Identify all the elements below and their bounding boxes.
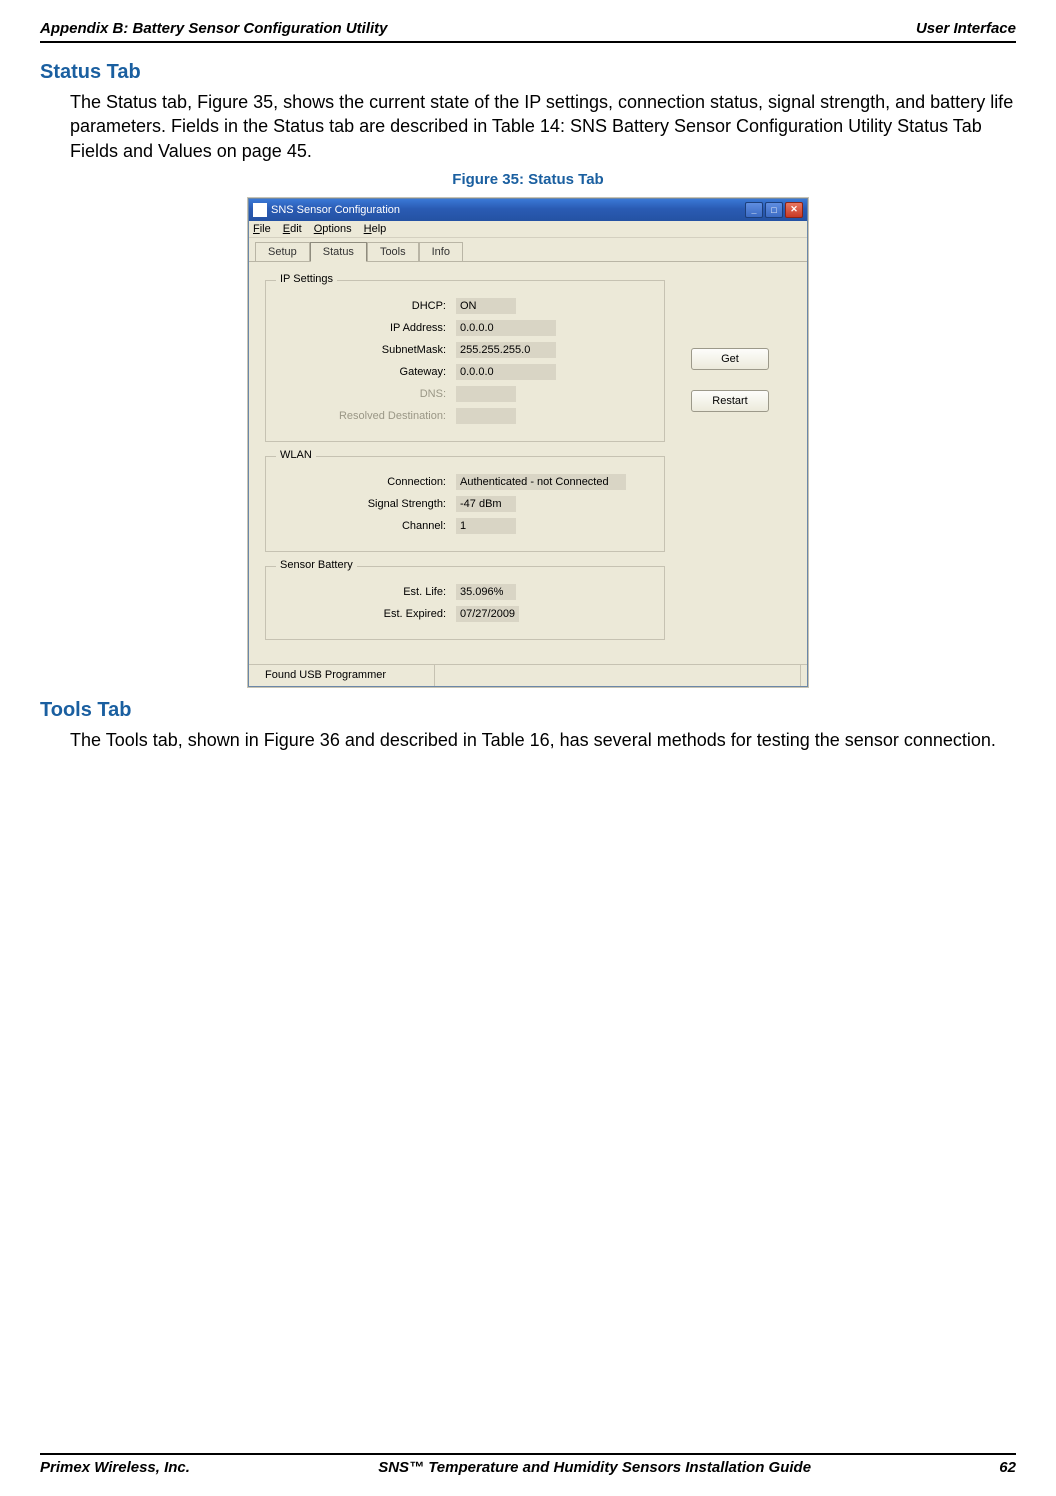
status-tab-heading: Status Tab bbox=[40, 61, 1016, 84]
menu-options[interactable]: Options bbox=[314, 223, 352, 235]
row-est-expired: Est. Expired: 07/27/2009 bbox=[276, 603, 654, 625]
label-dns: DNS: bbox=[276, 388, 456, 400]
statusbar-empty bbox=[435, 665, 801, 686]
side-buttons: Get Restart bbox=[691, 348, 769, 412]
ip-settings-legend: IP Settings bbox=[276, 273, 337, 285]
restart-button[interactable]: Restart bbox=[691, 390, 769, 412]
tab-info[interactable]: Info bbox=[419, 242, 463, 261]
wlan-legend: WLAN bbox=[276, 449, 316, 461]
row-dhcp: DHCP: ON bbox=[276, 295, 654, 317]
value-est-life: 35.096% bbox=[456, 584, 516, 600]
wlan-group: WLAN Connection: Authenticated - not Con… bbox=[265, 456, 665, 552]
value-resolved-dest bbox=[456, 408, 516, 424]
close-button[interactable]: ✕ bbox=[785, 202, 803, 218]
page: Appendix B: Battery Sensor Configuration… bbox=[0, 0, 1056, 752]
titlebar-left: SNS Sensor Configuration bbox=[253, 203, 400, 217]
app-icon bbox=[253, 203, 267, 217]
row-est-life: Est. Life: 35.096% bbox=[276, 581, 654, 603]
tools-tab-heading: Tools Tab bbox=[40, 699, 1016, 722]
row-gateway: Gateway: 0.0.0.0 bbox=[276, 361, 654, 383]
header-right: User Interface bbox=[916, 20, 1016, 37]
row-dns: DNS: bbox=[276, 383, 654, 405]
label-channel: Channel: bbox=[276, 520, 456, 532]
header-left: Appendix B: Battery Sensor Configuration… bbox=[40, 20, 388, 37]
ip-settings-group: IP Settings DHCP: ON IP Address: 0.0.0.0… bbox=[265, 280, 665, 442]
titlebar: SNS Sensor Configuration _ □ ✕ bbox=[249, 199, 807, 221]
row-resolved-dest: Resolved Destination: bbox=[276, 405, 654, 427]
label-est-expired: Est. Expired: bbox=[276, 608, 456, 620]
menubar: File Edit Options Help bbox=[249, 221, 807, 238]
statusbar-msg: Found USB Programmer bbox=[255, 665, 435, 686]
row-connection: Connection: Authenticated - not Connecte… bbox=[276, 471, 654, 493]
label-est-life: Est. Life: bbox=[276, 586, 456, 598]
value-dhcp: ON bbox=[456, 298, 516, 314]
label-dhcp: DHCP: bbox=[276, 300, 456, 312]
window-controls: _ □ ✕ bbox=[745, 202, 803, 218]
row-channel: Channel: 1 bbox=[276, 515, 654, 537]
footer-center: SNS™ Temperature and Humidity Sensors In… bbox=[378, 1459, 811, 1476]
running-footer: Primex Wireless, Inc. SNS™ Temperature a… bbox=[40, 1453, 1016, 1476]
value-connection: Authenticated - not Connected bbox=[456, 474, 626, 490]
maximize-button[interactable]: □ bbox=[765, 202, 783, 218]
figure-35: SNS Sensor Configuration _ □ ✕ File Edit… bbox=[40, 198, 1016, 687]
menu-file[interactable]: File bbox=[253, 223, 271, 235]
label-connection: Connection: bbox=[276, 476, 456, 488]
value-ip-address: 0.0.0.0 bbox=[456, 320, 556, 336]
figure-35-caption: Figure 35: Status Tab bbox=[40, 171, 1016, 188]
battery-legend: Sensor Battery bbox=[276, 559, 357, 571]
tab-setup[interactable]: Setup bbox=[255, 242, 310, 261]
window-title: SNS Sensor Configuration bbox=[271, 204, 400, 216]
label-signal: Signal Strength: bbox=[276, 498, 456, 510]
row-ip-address: IP Address: 0.0.0.0 bbox=[276, 317, 654, 339]
client-area: Get Restart IP Settings DHCP: ON IP Addr… bbox=[249, 262, 807, 664]
label-resolved-dest: Resolved Destination: bbox=[276, 410, 456, 422]
running-header: Appendix B: Battery Sensor Configuration… bbox=[40, 20, 1016, 43]
app-window: SNS Sensor Configuration _ □ ✕ File Edit… bbox=[248, 198, 808, 687]
value-est-expired: 07/27/2009 bbox=[456, 606, 519, 622]
tab-status[interactable]: Status bbox=[310, 242, 367, 262]
tools-tab-paragraph: The Tools tab, shown in Figure 36 and de… bbox=[70, 728, 1016, 752]
value-subnet: 255.255.255.0 bbox=[456, 342, 556, 358]
status-tab-paragraph: The Status tab, Figure 35, shows the cur… bbox=[70, 90, 1016, 163]
client-inner: Get Restart IP Settings DHCP: ON IP Addr… bbox=[265, 280, 791, 640]
tab-bar: Setup Status Tools Info bbox=[249, 238, 807, 262]
statusbar: Found USB Programmer bbox=[249, 664, 807, 686]
menu-edit[interactable]: Edit bbox=[283, 223, 302, 235]
label-gateway: Gateway: bbox=[276, 366, 456, 378]
footer-left: Primex Wireless, Inc. bbox=[40, 1459, 190, 1476]
label-subnet: SubnetMask: bbox=[276, 344, 456, 356]
value-gateway: 0.0.0.0 bbox=[456, 364, 556, 380]
label-ip-address: IP Address: bbox=[276, 322, 456, 334]
battery-group: Sensor Battery Est. Life: 35.096% Est. E… bbox=[265, 566, 665, 640]
get-button[interactable]: Get bbox=[691, 348, 769, 370]
minimize-button[interactable]: _ bbox=[745, 202, 763, 218]
menu-help[interactable]: Help bbox=[364, 223, 387, 235]
row-subnet: SubnetMask: 255.255.255.0 bbox=[276, 339, 654, 361]
row-signal: Signal Strength: -47 dBm bbox=[276, 493, 654, 515]
value-signal: -47 dBm bbox=[456, 496, 516, 512]
tab-tools[interactable]: Tools bbox=[367, 242, 419, 261]
value-dns bbox=[456, 386, 516, 402]
value-channel: 1 bbox=[456, 518, 516, 534]
footer-right: 62 bbox=[999, 1459, 1016, 1476]
